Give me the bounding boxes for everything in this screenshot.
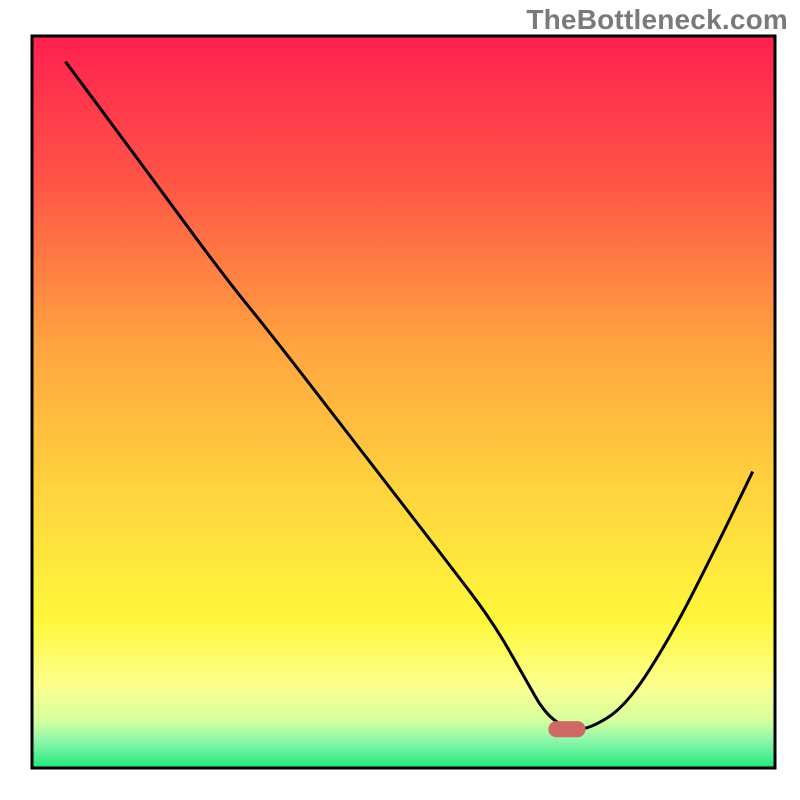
optimal-marker	[548, 721, 585, 737]
bottleneck-chart: TheBottleneck.com	[0, 0, 800, 800]
chart-svg	[0, 0, 800, 800]
watermark-text: TheBottleneck.com	[526, 4, 788, 36]
gradient-background	[32, 36, 775, 768]
